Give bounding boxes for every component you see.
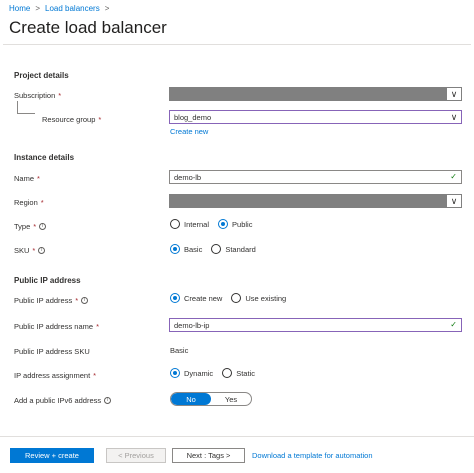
sku-option-standard-label: Standard xyxy=(225,244,256,254)
sku-option-basic[interactable]: Basic xyxy=(170,244,202,254)
ipv6-toggle[interactable]: No Yes xyxy=(170,392,252,406)
radio-button-selected[interactable] xyxy=(170,368,180,378)
info-icon[interactable]: i xyxy=(39,223,47,230)
breadcrumb-load-balancers[interactable]: Load balancers xyxy=(45,4,100,13)
ipv6-label: Add a public IPv6 address i xyxy=(14,396,112,405)
public-ip-name-label: Public IP address name * xyxy=(14,322,99,331)
public-ip-name-value: demo-lb-ip xyxy=(174,320,210,330)
subscription-dropdown[interactable]: ∨ xyxy=(169,87,462,101)
previous-button[interactable]: < Previous xyxy=(106,448,166,463)
radio-button[interactable] xyxy=(211,244,222,254)
required-marker: * xyxy=(37,174,40,183)
public-ip-name-label-text: Public IP address name xyxy=(14,322,94,331)
radio-button[interactable] xyxy=(231,293,242,303)
instance-details-heading: Instance details xyxy=(14,153,75,162)
required-marker: * xyxy=(75,296,79,305)
type-option-internal-label: Internal xyxy=(184,219,210,229)
ipv6-toggle-yes[interactable]: Yes xyxy=(211,393,251,405)
chevron-down-icon: ∨ xyxy=(447,195,461,207)
public-ip-name-input[interactable]: demo-lb-ip ✓ xyxy=(169,318,462,332)
public-ip-option-use-existing[interactable]: Use existing xyxy=(231,293,286,303)
required-marker: * xyxy=(58,91,62,100)
breadcrumb: Home > Load balancers > xyxy=(9,4,109,13)
public-ip-label: Public IP address * i xyxy=(14,296,89,305)
chevron-down-icon: ∨ xyxy=(447,111,461,123)
ipv6-toggle-no[interactable]: No xyxy=(171,393,211,405)
name-input[interactable]: demo-lb ✓ xyxy=(169,170,462,184)
ip-assignment-radio-group: Dynamic Static xyxy=(170,368,259,378)
project-details-heading: Project details xyxy=(14,71,69,80)
breadcrumb-separator: > xyxy=(35,4,41,13)
ipv6-label-text: Add a public IPv6 address xyxy=(14,396,102,405)
required-marker: * xyxy=(40,198,44,207)
sku-label: SKU * i xyxy=(14,246,46,255)
type-label: Type * i xyxy=(14,222,47,231)
region-label: Region * xyxy=(14,198,44,207)
public-ip-sku-label-text: Public IP address SKU xyxy=(14,347,90,356)
sku-label-text: SKU xyxy=(14,246,30,255)
review-create-button[interactable]: Review + create xyxy=(10,448,94,463)
public-ip-heading: Public IP address xyxy=(14,276,81,285)
ip-assignment-option-dynamic-label: Dynamic xyxy=(184,368,214,378)
ip-assignment-option-static[interactable]: Static xyxy=(222,368,255,378)
radio-button[interactable] xyxy=(222,368,233,378)
type-option-public[interactable]: Public xyxy=(218,219,252,229)
breadcrumb-home[interactable]: Home xyxy=(9,4,30,13)
required-marker: * xyxy=(96,322,99,331)
download-template-link[interactable]: Download a template for automation xyxy=(252,451,373,460)
required-marker: * xyxy=(33,222,37,231)
info-icon[interactable]: i xyxy=(81,297,89,304)
type-option-internal[interactable]: Internal xyxy=(170,219,209,229)
resource-group-label-text: Resource group xyxy=(42,115,96,124)
public-ip-radio-group: Create new Use existing xyxy=(170,293,290,303)
radio-button-selected[interactable] xyxy=(218,219,229,229)
chevron-down-icon: ∨ xyxy=(447,88,461,100)
sku-option-standard[interactable]: Standard xyxy=(211,244,256,254)
tree-connector xyxy=(17,101,35,114)
region-label-text: Region xyxy=(14,198,38,207)
public-ip-option-create-new-label: Create new xyxy=(184,293,223,303)
clipped-description: ~ ~ ~ ~ ~ ~ ~ ~ ~ ~ ~ ~ ~ xyxy=(18,48,95,52)
resource-group-label: Resource group * xyxy=(42,115,101,124)
public-ip-sku-value: Basic xyxy=(170,346,189,355)
ip-assignment-label: IP address assignment * xyxy=(14,371,96,380)
subscription-label-text: Subscription xyxy=(14,91,56,100)
create-new-resource-group-link[interactable]: Create new xyxy=(170,127,208,136)
type-label-text: Type xyxy=(14,222,31,231)
public-ip-option-use-existing-label: Use existing xyxy=(245,293,287,303)
ip-assignment-option-static-label: Static xyxy=(236,368,255,378)
ip-assignment-label-text: IP address assignment xyxy=(14,371,91,380)
next-tags-button[interactable]: Next : Tags > xyxy=(172,448,245,463)
public-ip-label-text: Public IP address xyxy=(14,296,73,305)
resource-group-dropdown[interactable]: blog_demo ∨ xyxy=(169,110,462,124)
sku-option-basic-label: Basic xyxy=(184,244,203,254)
radio-button-selected[interactable] xyxy=(170,293,180,303)
radio-button[interactable] xyxy=(170,219,180,229)
page-title: Create load balancer xyxy=(9,18,167,37)
region-dropdown[interactable]: ∨ xyxy=(169,194,462,208)
required-marker: * xyxy=(32,246,36,255)
check-icon: ✓ xyxy=(450,320,457,329)
breadcrumb-separator: > xyxy=(104,4,110,13)
name-label-text: Name xyxy=(14,174,35,183)
resource-group-value: blog_demo xyxy=(174,112,212,122)
required-marker: * xyxy=(98,115,102,124)
sku-radio-group: Basic Standard xyxy=(170,244,260,254)
name-value: demo-lb xyxy=(174,172,202,182)
public-ip-option-create-new[interactable]: Create new xyxy=(170,293,222,303)
type-option-public-label: Public xyxy=(232,219,253,229)
info-icon[interactable]: i xyxy=(104,397,112,404)
type-radio-group: Internal Public xyxy=(170,219,256,229)
info-icon[interactable]: i xyxy=(38,247,46,254)
public-ip-sku-label: Public IP address SKU xyxy=(14,347,90,356)
name-label: Name * xyxy=(14,174,40,183)
ip-assignment-option-dynamic[interactable]: Dynamic xyxy=(170,368,213,378)
check-icon: ✓ xyxy=(450,172,457,181)
required-marker: * xyxy=(93,371,97,380)
radio-button-selected[interactable] xyxy=(170,244,180,254)
subscription-label: Subscription * xyxy=(14,91,61,100)
